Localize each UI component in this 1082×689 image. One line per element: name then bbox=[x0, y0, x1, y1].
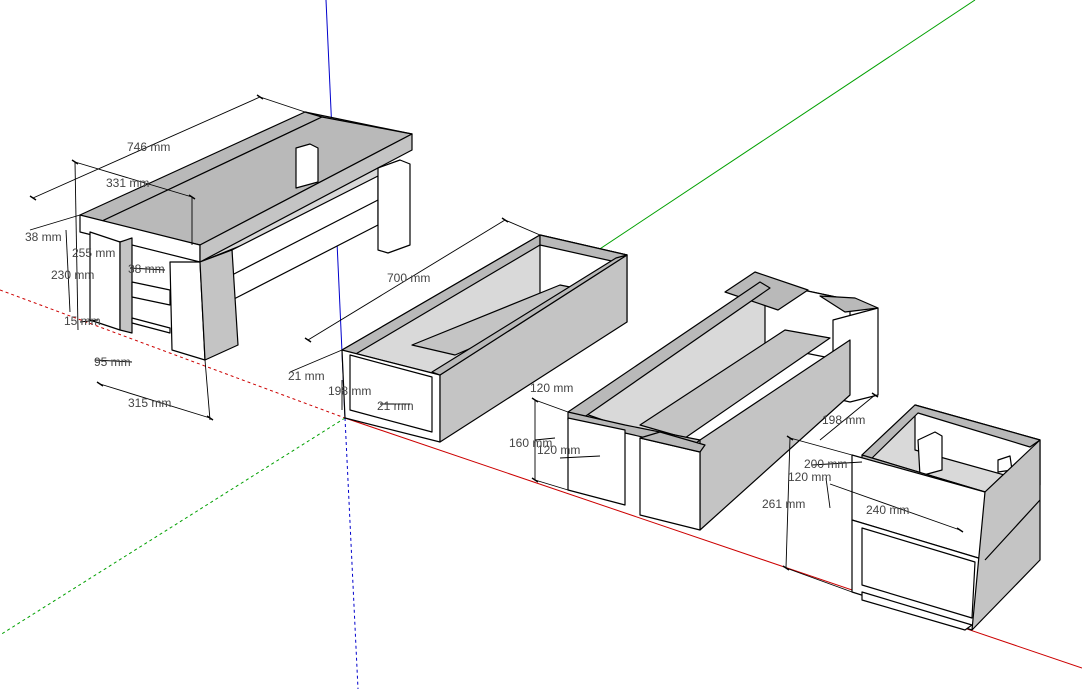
label-230: 230 mm bbox=[51, 268, 94, 282]
dimline-120a bbox=[534, 399, 569, 413]
label-15: 15 mm bbox=[64, 314, 101, 328]
dimline-315-ext bbox=[204, 359, 211, 421]
label-255: 255 mm bbox=[72, 246, 115, 260]
label-240: 240 mm bbox=[866, 503, 909, 517]
green-axis-negative bbox=[0, 417, 346, 636]
dimline-38a bbox=[29, 214, 81, 231]
label-198b: 198 mm bbox=[822, 413, 865, 427]
label-38a: 38 mm bbox=[25, 230, 62, 244]
bench-leg-front-right-side bbox=[199, 249, 239, 361]
label-21a: 21 mm bbox=[288, 369, 325, 383]
label-38b: 38 mm bbox=[128, 262, 165, 276]
scene-svg[interactable]: 746 mm 331 mm 38 mm 255 mm 38 mm 230 mm … bbox=[0, 0, 1082, 689]
label-315: 315 mm bbox=[128, 396, 171, 410]
bench-foot-rail bbox=[131, 317, 171, 334]
cube-post-inner bbox=[917, 431, 943, 477]
modeling-viewport[interactable]: 746 mm 331 mm 38 mm 255 mm 38 mm 230 mm … bbox=[0, 0, 1082, 689]
label-261: 261 mm bbox=[762, 497, 805, 511]
label-200: 200 mm bbox=[804, 457, 847, 471]
label-95: 95 mm bbox=[94, 355, 131, 369]
bench-post-back bbox=[295, 143, 319, 189]
bench-leg-front-left-side bbox=[119, 237, 133, 334]
bench-leg-front-right bbox=[169, 261, 206, 361]
label-746: 746 mm bbox=[127, 140, 170, 154]
tick bbox=[96, 381, 104, 387]
label-21b: 21 mm bbox=[377, 399, 414, 413]
label-331: 331 mm bbox=[106, 176, 149, 190]
dimline-261-base bbox=[785, 567, 853, 593]
label-120c: 120 mm bbox=[788, 470, 831, 484]
label-700: 700 mm bbox=[387, 271, 430, 285]
longbox-front-panel-right bbox=[639, 437, 701, 531]
dimline-700-ext bbox=[504, 219, 541, 236]
bench-leg-back bbox=[377, 159, 411, 254]
bench-lower-rail bbox=[131, 281, 171, 306]
label-120b: 120 mm bbox=[537, 443, 580, 457]
label-198a: 198 mm bbox=[328, 384, 371, 398]
model-cube-box[interactable] bbox=[851, 404, 1041, 631]
label-120a: 120 mm bbox=[530, 381, 573, 395]
longbox-front-panel-left bbox=[567, 417, 626, 506]
blue-axis-negative bbox=[344, 417, 359, 689]
dimline-746-ext bbox=[259, 96, 306, 113]
dimline-261-top bbox=[789, 437, 853, 456]
